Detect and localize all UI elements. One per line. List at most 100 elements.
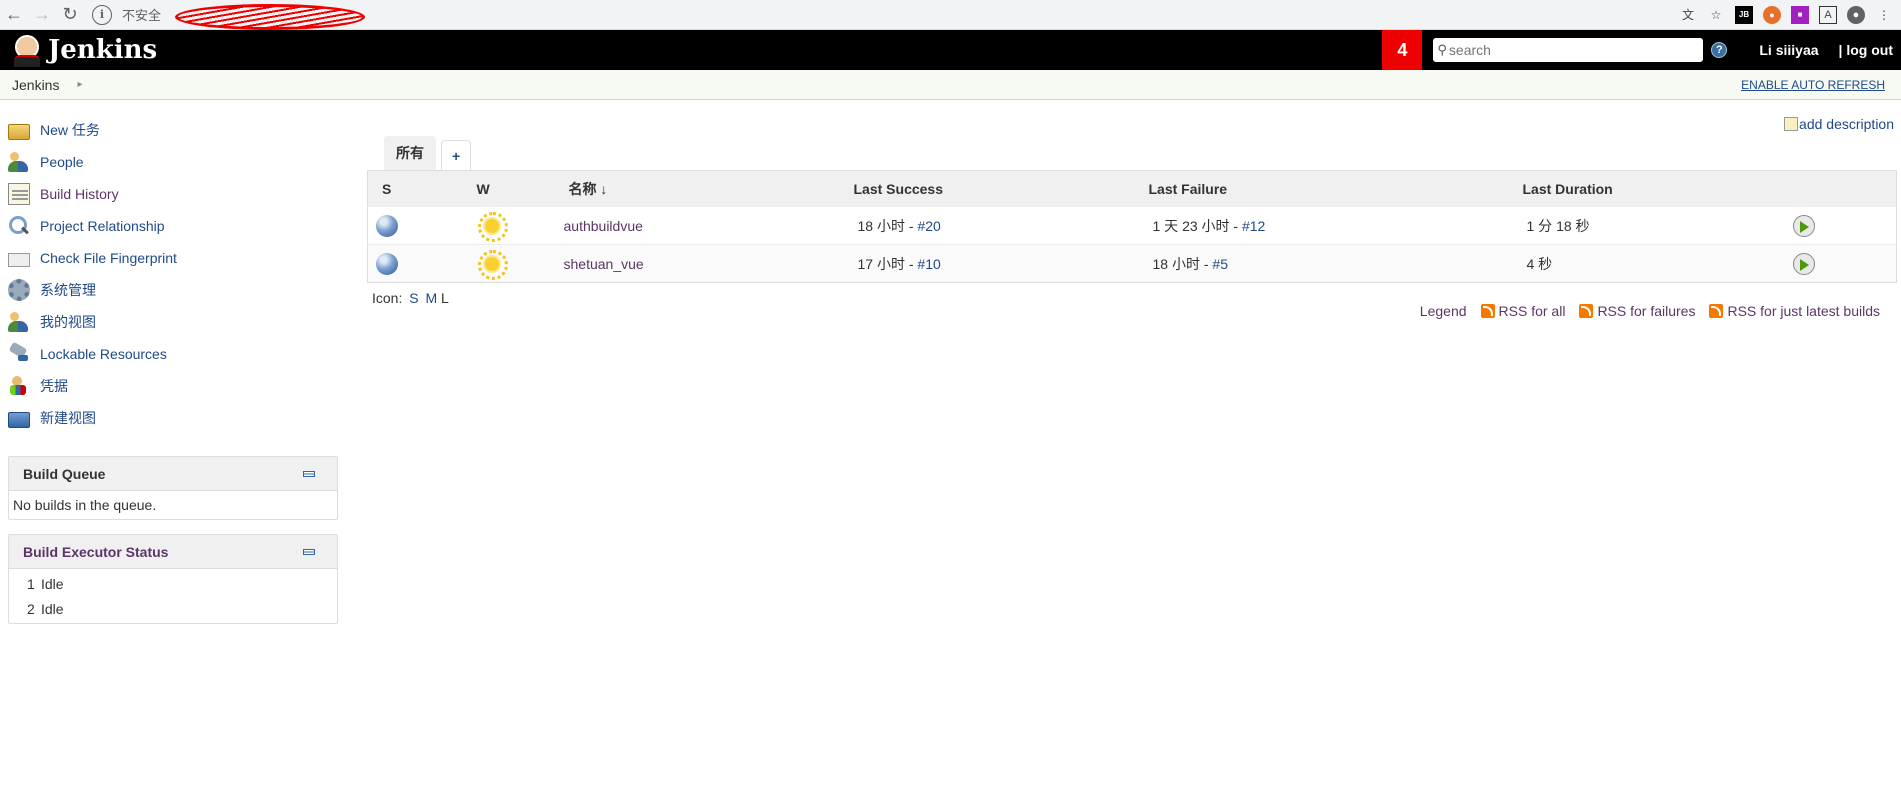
rss-all-link[interactable]: RSS for all [1480,303,1565,319]
logout-link[interactable]: | log out [1839,42,1893,58]
breadcrumb-jenkins[interactable]: Jenkins [12,77,59,93]
help-icon[interactable]: ? [1711,42,1728,58]
last-failure-cell: 1 天 23 小时 - #12 [1134,206,1509,245]
job-link[interactable]: shetuan_vue [564,256,644,272]
executor-status: Idle [41,600,64,617]
add-description-link[interactable]: add description [1799,116,1894,132]
collapse-icon[interactable] [303,470,315,477]
jenkins-logo[interactable]: Jenkins [12,33,157,67]
icon-size-small[interactable]: S [409,290,418,306]
tab-all[interactable]: 所有 [384,136,436,170]
schedule-build-icon[interactable] [1792,214,1815,237]
back-arrow-icon[interactable]: ← [0,1,28,29]
new-item-icon [8,124,30,140]
rss-icon [1709,304,1724,318]
column-last-success[interactable]: Last Success [839,170,1135,207]
view-tabs: 所有 + [384,136,1897,170]
sidebar-item-label[interactable]: 新建视图 [40,408,96,428]
last-failure-cell: 18 小时 - #5 [1134,244,1509,283]
sidebar-item-new-item[interactable]: New 任务 [8,114,338,146]
column-last-failure[interactable]: Last Failure [1134,170,1509,207]
fingerprint-icon [8,253,30,267]
status-ball-icon [376,252,398,275]
site-info-icon[interactable]: i [92,4,112,25]
sidebar-item-my-views[interactable]: 我的视图 [8,306,338,338]
sidebar-item-build-history[interactable]: Build History [8,178,338,210]
legend-link[interactable]: Legend [1420,303,1467,319]
column-name[interactable]: 名称 ↓ [554,170,840,207]
translate-icon[interactable]: 文 [1679,6,1697,24]
rss-icon [1480,304,1495,318]
sidebar-item-people[interactable]: People [8,146,338,178]
user-link[interactable]: Li siiiyaa [1759,42,1818,58]
bookmark-star-icon[interactable]: ☆ [1707,6,1725,24]
last-success-text: 18 小时 - [857,217,918,234]
last-success-build-link[interactable]: #20 [917,218,940,234]
reload-icon[interactable]: ↻ [56,1,84,29]
column-last-duration[interactable]: Last Duration [1508,170,1789,207]
last-duration: 1 分 18 秒 [1526,217,1590,234]
account-icon[interactable]: ● [1847,5,1865,24]
sidebar-item-new-view[interactable]: 新建视图 [8,402,338,434]
forward-arrow-icon[interactable]: → [28,1,56,29]
last-success-cell: 18 小时 - #20 [839,206,1135,245]
rss-latest-link[interactable]: RSS for just latest builds [1709,303,1880,319]
executor-number: 1 [27,575,35,592]
executor-row: 2 Idle [13,596,333,621]
sidebar-item-lockable-resources[interactable]: Lockable Resources [8,338,338,370]
executor-status-pane: Build Executor Status 1 Idle 2 Idle [8,534,338,624]
tab-add-view[interactable]: + [441,140,472,170]
executor-status-link[interactable]: Build Executor Status [23,544,168,560]
collapse-icon[interactable] [303,548,315,555]
fox-extension-icon[interactable]: ● [1763,5,1781,24]
search-box: ⚲ [1433,38,1704,62]
icon-size-medium[interactable]: M [425,290,437,306]
font-extension-icon[interactable]: A [1819,5,1837,24]
jenkins-butler-icon [12,33,42,67]
last-success-build-link[interactable]: #10 [917,256,940,272]
last-failure-build-link[interactable]: #12 [1242,218,1265,234]
table-row: authbuildvue 18 小时 - #20 1 天 23 小时 - #12… [367,206,1897,245]
table-row: shetuan_vue 17 小时 - #10 18 小时 - #5 4 秒 [367,244,1897,283]
insecure-label: 不安全 [122,8,162,23]
search-input[interactable] [1448,42,1689,58]
sidebar-item-label[interactable]: Build History [40,186,119,202]
sidebar-item-label[interactable]: 我的视图 [40,312,96,332]
breadcrumb-chevron-icon[interactable]: ▸ [77,79,82,90]
last-success-text: 17 小时 - [857,255,918,272]
executor-status: Idle [41,575,64,592]
column-build [1788,170,1897,207]
sidebar-item-manage[interactable]: 系统管理 [8,274,338,306]
last-duration: 4 秒 [1526,255,1553,272]
sidebar-item-label[interactable]: Project Relationship [40,218,165,234]
enable-auto-refresh-link[interactable]: ENABLE AUTO REFRESH [1741,78,1885,92]
credentials-icon [8,375,30,397]
sidebar-item-label[interactable]: Check File Fingerprint [40,250,177,266]
sidebar-item-label[interactable]: New 任务 [40,120,100,140]
column-status[interactable]: S [367,170,463,207]
purple-extension-icon[interactable]: ■ [1791,5,1809,24]
notification-badge[interactable]: 4 [1382,30,1423,70]
sidebar-item-label[interactable]: 系统管理 [40,280,96,300]
executor-number: 2 [27,600,35,617]
menu-dots-icon[interactable]: ⋮ [1875,6,1893,24]
rss-failures-link[interactable]: RSS for failures [1579,303,1695,319]
build-queue-empty-text: No builds in the queue. [13,497,157,513]
table-header-row: S W 名称 ↓ Last Success Last Failure Last … [367,170,1897,207]
last-failure-build-link[interactable]: #5 [1212,256,1228,272]
schedule-build-icon[interactable] [1792,252,1815,275]
column-weather[interactable]: W [462,170,555,207]
executor-status-header: Build Executor Status [9,535,337,569]
sidebar: New 任务 People Build History Project Rela… [8,114,338,624]
jetbrains-extension-icon[interactable]: JB [1735,5,1753,24]
job-link[interactable]: authbuildvue [564,218,643,234]
sidebar-item-label[interactable]: People [40,154,84,170]
sidebar-item-fingerprint[interactable]: Check File Fingerprint [8,242,338,274]
sidebar-item-label[interactable]: Lockable Resources [40,346,167,362]
sidebar-item-project-relationship[interactable]: Project Relationship [8,210,338,242]
add-description[interactable]: add description [1784,116,1894,132]
sidebar-item-label[interactable]: 凭据 [40,376,68,396]
sidebar-item-credentials[interactable]: 凭据 [8,370,338,402]
status-ball-icon [376,214,398,237]
build-queue-header: Build Queue [9,457,337,491]
